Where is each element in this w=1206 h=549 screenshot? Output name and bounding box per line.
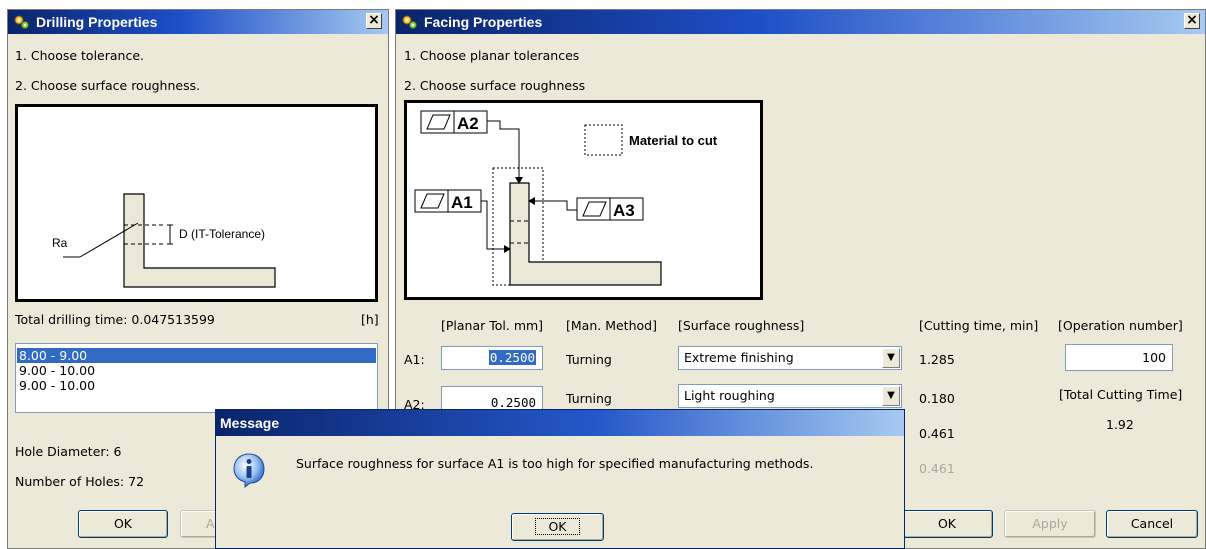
info-icon bbox=[233, 453, 265, 488]
facing-diagram-drawing: A2 A1 A3 Material to cut bbox=[414, 110, 718, 286]
facing-cancel-button[interactable]: Cancel bbox=[1106, 510, 1198, 538]
d-tolerance-label: D (IT-Tolerance) bbox=[179, 227, 265, 241]
app-gear-icon bbox=[14, 15, 29, 29]
chevron-down-icon[interactable]: ▼ bbox=[882, 348, 900, 368]
drilling-time-unit: [h] bbox=[361, 312, 379, 327]
total-cutting-time-label: [Total Cutting Time] bbox=[1059, 387, 1183, 402]
chevron-down-icon[interactable]: ▼ bbox=[882, 386, 900, 406]
header-cutting-time: [Cutting time, min] bbox=[919, 318, 1039, 333]
hole-diameter: Hole Diameter: 6 bbox=[15, 444, 122, 459]
message-title: Message bbox=[220, 415, 280, 431]
cutting-time-a3: 0.461 bbox=[919, 426, 955, 441]
cutting-time-a2: 0.180 bbox=[919, 391, 955, 406]
close-icon: × bbox=[1186, 12, 1198, 28]
drilling-diagram: Ra D (IT-Tolerance) bbox=[15, 104, 378, 302]
app-gear-icon bbox=[402, 15, 417, 29]
method-a1: Turning bbox=[566, 352, 612, 367]
ra-label: Ra bbox=[52, 236, 68, 250]
facing-apply-button[interactable]: Apply bbox=[1004, 510, 1096, 538]
cutting-time-a1: 1.285 bbox=[919, 352, 955, 367]
message-dialog: Message Surface roughness for surface A1… bbox=[215, 409, 905, 549]
a3-label: A3 bbox=[613, 201, 635, 220]
drilling-title: Drilling Properties bbox=[36, 14, 158, 30]
header-surface-roughness: [Surface roughness] bbox=[678, 318, 805, 333]
facing-ok-button[interactable]: OK bbox=[901, 510, 993, 538]
drilling-diagram-drawing: Ra D (IT-Tolerance) bbox=[52, 193, 276, 288]
tolerance-list-item[interactable]: 9.00 - 10.00 bbox=[19, 378, 95, 393]
drilling-step2: 2. Choose surface roughness. bbox=[15, 78, 201, 93]
material-to-cut-legend: Material to cut bbox=[629, 133, 718, 148]
a2-label: A2 bbox=[457, 114, 479, 133]
facing-step2: 2. Choose surface roughness bbox=[404, 78, 586, 93]
message-text: Surface roughness for surface A1 is too … bbox=[296, 456, 814, 471]
drilling-close-button[interactable]: × bbox=[366, 13, 382, 29]
drilling-title-bar[interactable]: Drilling Properties × bbox=[8, 10, 388, 34]
total-drilling-time: Total drilling time: 0.047513599 bbox=[15, 312, 215, 327]
method-a2: Turning bbox=[566, 391, 612, 406]
planar-tolerance-a1-input[interactable]: 0.2500 bbox=[441, 346, 543, 370]
tolerance-list[interactable]: 8.00 - 9.00 9.00 - 10.00 9.00 - 10.00 bbox=[15, 343, 378, 413]
message-title-bar[interactable]: Message bbox=[216, 410, 904, 436]
facing-step1: 1. Choose planar tolerances bbox=[404, 48, 580, 63]
header-operation-number: [Operation number] bbox=[1058, 318, 1183, 333]
planar-tolerance-a2-input[interactable]: 0.2500 bbox=[441, 386, 543, 410]
facing-close-button[interactable]: × bbox=[1184, 13, 1200, 29]
tolerance-list-item[interactable]: 9.00 - 10.00 bbox=[19, 363, 95, 378]
facing-title: Facing Properties bbox=[424, 14, 543, 30]
drilling-step1: 1. Choose tolerance. bbox=[15, 48, 144, 63]
message-ok-button[interactable]: OK bbox=[511, 513, 604, 541]
facing-title-bar[interactable]: Facing Properties × bbox=[396, 10, 1205, 34]
number-of-holes: Number of Holes: 72 bbox=[15, 474, 145, 489]
total-cutting-time-value: 1.92 bbox=[1106, 417, 1134, 432]
tolerance-list-item[interactable]: 8.00 - 9.00 bbox=[17, 348, 376, 363]
facing-diagram: A2 A1 A3 Material to cut bbox=[404, 100, 763, 300]
a1-label: A1 bbox=[451, 193, 473, 212]
row-label-a1: A1: bbox=[404, 352, 425, 367]
surface-roughness-a2-select[interactable]: Light roughing ▼ bbox=[678, 384, 902, 408]
header-man-method: [Man. Method] bbox=[566, 318, 657, 333]
header-planar-tol: [Planar Tol. mm] bbox=[441, 318, 544, 333]
operation-number-input[interactable]: 100 bbox=[1065, 344, 1173, 371]
cutting-time-a4: 0.461 bbox=[919, 461, 955, 476]
surface-roughness-a1-select[interactable]: Extreme finishing ▼ bbox=[678, 346, 902, 370]
drilling-ok-button[interactable]: OK bbox=[78, 510, 168, 538]
close-icon: × bbox=[368, 12, 380, 28]
